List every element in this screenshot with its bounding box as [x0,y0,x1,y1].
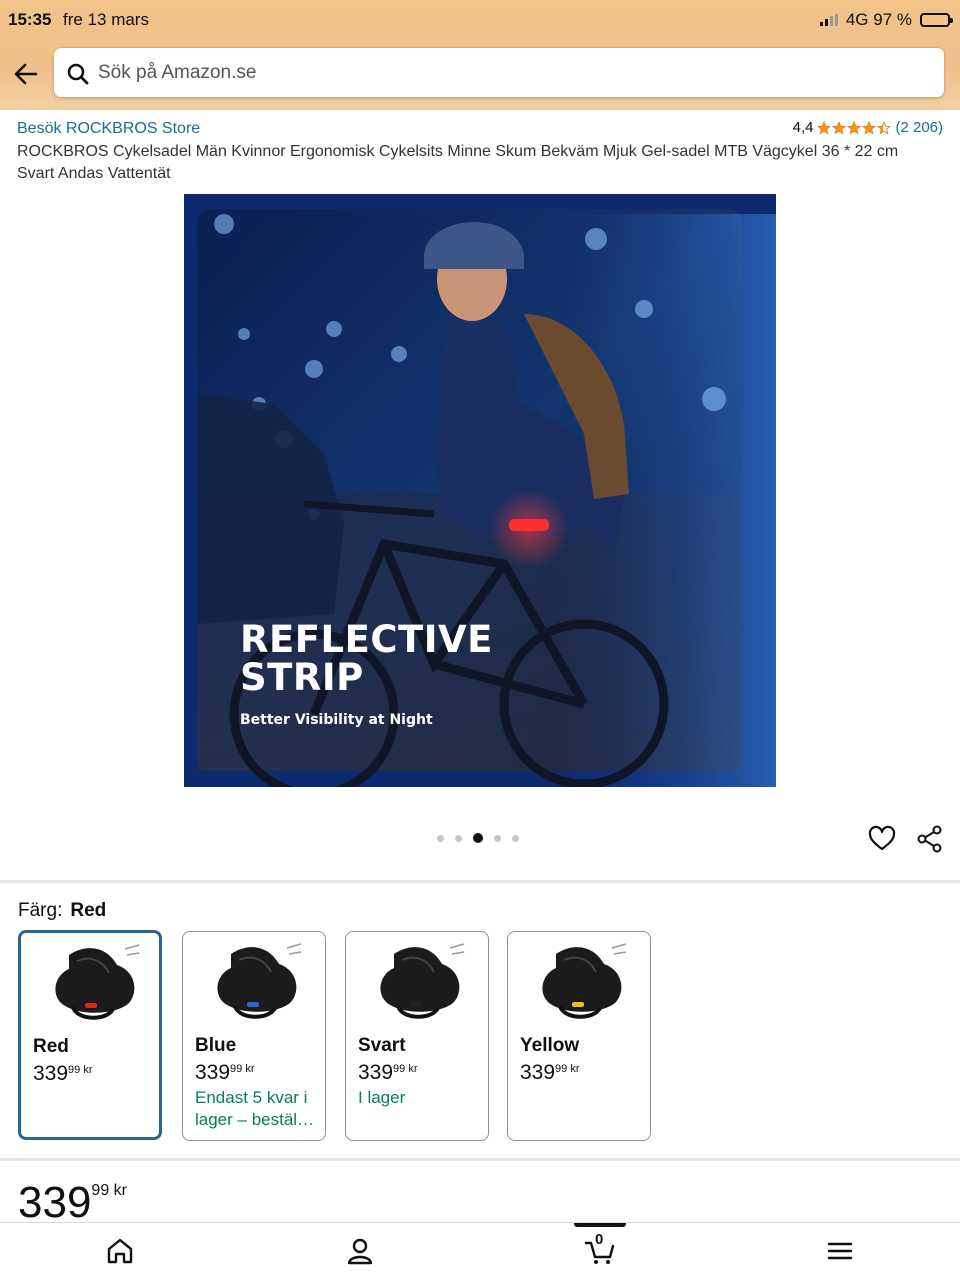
search-input[interactable] [98,58,918,88]
saddle-thumbnail [55,944,140,1020]
status-right: 4G 97 % [819,10,953,30]
accent-strip [247,1002,259,1007]
swatch-price-frac: 99 [555,1063,568,1075]
color-swatch-blue[interactable]: Blue 33999 kr Endast 5 kvar i lager – best… [182,931,326,1141]
color-selected: Red [70,900,107,921]
swatch-price-whole: 339 [358,1061,394,1084]
color-label-text: Färg: [18,900,63,921]
menu-icon[interactable] [824,1235,856,1267]
saddle-thumbnail [542,943,627,1019]
bottom-nav: 0 [0,1222,960,1280]
color-swatch-red[interactable]: Red 33999 kr [18,930,162,1140]
price-fraction: 99 [91,1182,110,1199]
swatch-stock: Endast 5 kvar i lager – bestäl… [195,1088,315,1129]
hero-headline: REFLECTIVE STRIP [240,618,493,699]
divider [0,1158,960,1161]
signal-icon [819,14,838,26]
swatch-price-whole: 339 [520,1061,556,1084]
hero-subline: Better Visibility at Night [240,712,433,728]
saddle-thumbnail [217,943,302,1019]
swatch-price-frac: 99 [393,1063,406,1075]
network-status: 4G 97 % [845,10,912,29]
divider [0,880,960,883]
app-header: 15:35 fre 13 mars 4G 97 % [0,0,960,110]
swatch-price: 33999 kr [33,1062,93,1086]
accent-strip [572,1002,584,1007]
home-icon[interactable] [104,1235,136,1267]
star-icon [832,120,847,135]
price-currency: kr [113,1182,127,1199]
star-icon [862,120,877,135]
color-swatch-svart[interactable]: Svart 33999 kr I lager [345,931,489,1141]
swatch-price-whole: 339 [33,1062,69,1085]
share-icon[interactable] [916,825,944,853]
swatch-price-currency: kr [408,1063,418,1075]
swatch-name: Svart [358,1035,406,1056]
cart-active-indicator [574,1223,626,1227]
swatch-price-whole: 339 [195,1061,231,1084]
accent-strip [410,1002,422,1007]
status-bar: 15:35 fre 13 mars 4G 97 % [0,0,960,38]
carousel-dot[interactable] [455,834,462,842]
star-icon [847,120,862,135]
swatch-price-currency: kr [83,1064,93,1076]
star-icon [817,120,832,135]
swatch-name: Red [33,1036,69,1057]
rating-score: 4,4 [792,119,814,136]
rating-summary[interactable]: 4,4 (2 206) [793,119,943,136]
product-image[interactable]: REFLECTIVE STRIP Better Visibility at Ni… [184,194,776,787]
color-label: Färg: Red [18,900,106,922]
saddle-thumbnail [380,943,465,1019]
carousel-dot[interactable] [494,834,501,842]
product-title: ROCKBROS Cykelsadel Män Kvinnor Ergonomi… [17,143,899,182]
heart-icon[interactable] [868,825,896,853]
carousel-dot[interactable] [437,834,444,842]
carousel-dot[interactable] [512,834,519,842]
swatch-price: 33999 kr [358,1061,418,1085]
account-icon[interactable] [344,1235,376,1267]
swatch-name: Blue [195,1035,237,1056]
search-icon [67,63,89,85]
accent-strip [85,1003,97,1008]
cart-count: 0 [595,1231,604,1248]
rating-count[interactable]: (2 206) [895,119,943,136]
product-price: 33999 kr [18,1178,127,1228]
store-link[interactable]: Besök ROCKBROS Store [17,120,200,138]
carousel-dot[interactable] [473,833,483,843]
swatch-price: 33999 kr [520,1061,580,1085]
color-swatch-yellow[interactable]: Yellow 33999 kr [507,931,651,1141]
status-time: 15:35 [8,10,52,29]
swatch-price-frac: 99 [68,1064,81,1076]
battery-icon [920,13,953,27]
swatch-name: Yellow [520,1035,580,1056]
carousel-indicator[interactable] [437,833,519,843]
price-whole: 339 [18,1178,92,1227]
star-icon [877,120,892,135]
status-date: fre 13 mars [63,10,149,29]
rating-stars [817,120,892,135]
swatch-price-currency: kr [570,1063,580,1075]
swatch-price: 33999 kr [195,1061,255,1085]
swatch-stock: I lager [358,1088,406,1107]
search-bar[interactable] [53,47,945,98]
swatch-price-currency: kr [245,1063,255,1075]
swatch-price-frac: 99 [230,1063,243,1075]
back-arrow-icon[interactable] [12,60,40,88]
